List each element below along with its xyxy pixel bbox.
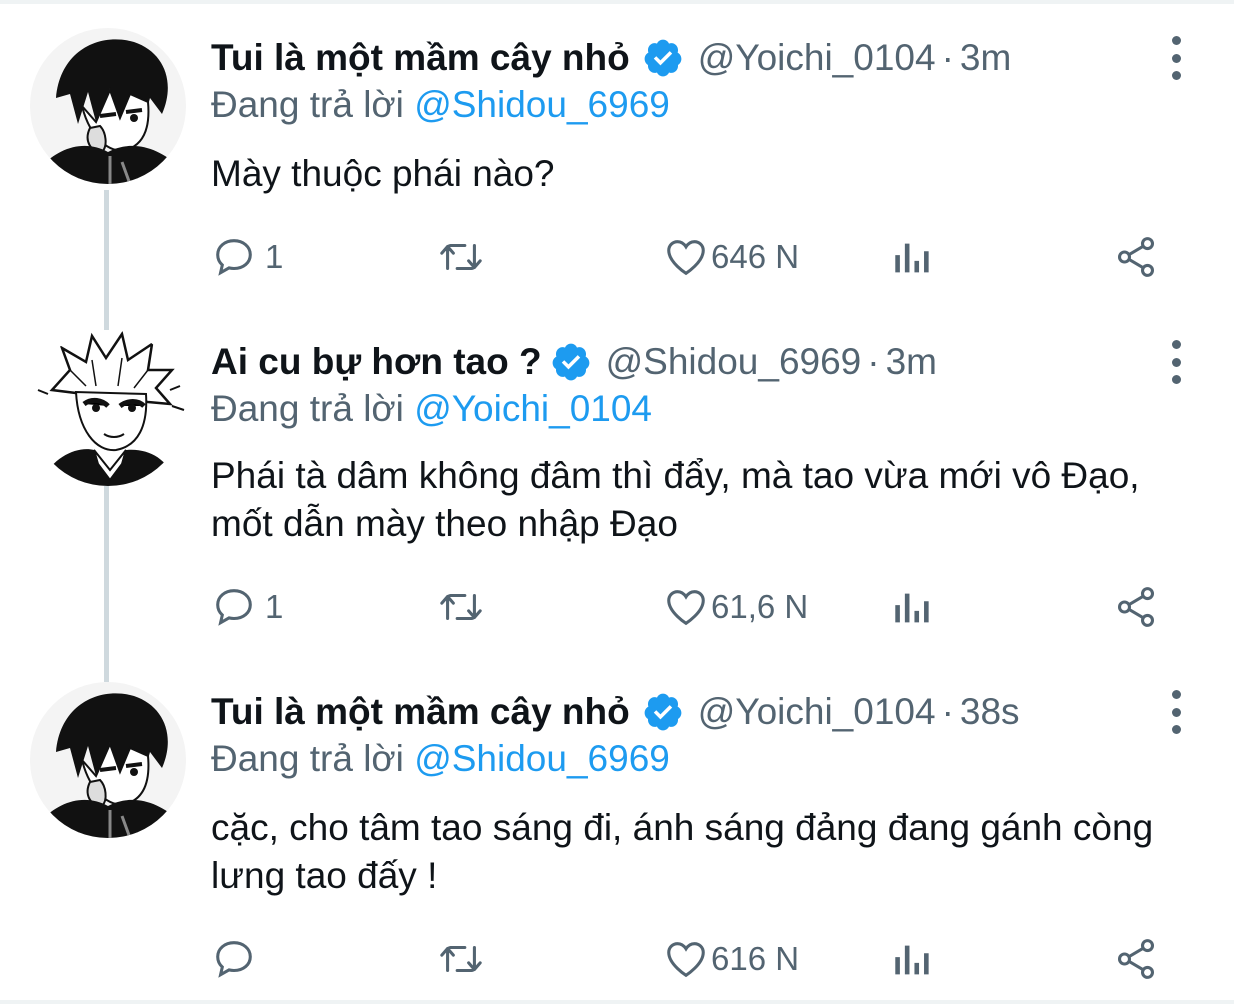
- more-options-icon[interactable]: [1164, 36, 1188, 80]
- tweet-text: cặc, cho tâm tao sáng đi, ánh sáng đảng …: [211, 807, 1154, 896]
- verified-badge-icon: [642, 37, 684, 79]
- manga-dark-haired-boy-avatar-icon: [30, 28, 186, 184]
- reply-button[interactable]: 1: [211, 232, 283, 282]
- timestamp[interactable]: 3m: [960, 37, 1011, 79]
- replying-to-mention[interactable]: @Yoichi_0104: [414, 388, 652, 429]
- reply-icon: [216, 589, 252, 626]
- handle[interactable]: @Shidou_6969: [606, 341, 862, 383]
- share-icon: [1117, 587, 1155, 627]
- more-options-icon[interactable]: [1164, 340, 1188, 384]
- tweet-text: Phái tà dâm không đâm thì đẩy, mà tao vừ…: [211, 455, 1140, 544]
- retweet-icon: [440, 945, 482, 973]
- timestamp[interactable]: 38s: [960, 691, 1020, 733]
- replying-to-label: Đang trả lời: [211, 738, 415, 779]
- share-button[interactable]: [1113, 582, 1159, 632]
- replying-to-mention[interactable]: @Shidou_6969: [414, 738, 670, 779]
- replying-to-label: Đang trả lời: [211, 84, 415, 125]
- handle[interactable]: @Yoichi_0104: [698, 37, 936, 79]
- tweet[interactable]: Tui là một mầm cây nhỏ @Yoichi_0104 · 3m…: [0, 4, 1234, 324]
- replying-to: Đang trả lời @Yoichi_0104: [211, 388, 652, 430]
- reply-button[interactable]: [211, 934, 265, 984]
- display-name[interactable]: Tui là một mầm cây nhỏ: [211, 37, 630, 79]
- reply-icon: [216, 239, 252, 276]
- reply-button[interactable]: 1: [211, 582, 283, 632]
- share-button[interactable]: [1113, 232, 1159, 282]
- like-count: 646 N: [711, 238, 800, 275]
- tweet-text: Mày thuộc phái nào?: [211, 153, 555, 194]
- replying-to: Đang trả lời @Shidou_6969: [211, 738, 670, 780]
- manga-dark-haired-boy-avatar-icon: [30, 682, 186, 838]
- reply-count: 1: [265, 238, 284, 275]
- retweet-button[interactable]: [435, 582, 487, 632]
- more-options-icon[interactable]: [1164, 690, 1188, 734]
- heart-icon: [667, 942, 705, 978]
- share-icon: [1117, 237, 1155, 277]
- retweet-icon: [440, 243, 482, 271]
- analytics-button[interactable]: [891, 232, 931, 282]
- tweet[interactable]: Tui là một mầm cây nhỏ @Yoichi_0104 · 38…: [0, 664, 1234, 1004]
- reply-thread: Tui là một mầm cây nhỏ @Yoichi_0104 · 3m…: [0, 0, 1234, 1004]
- reply-count: 1: [265, 588, 284, 625]
- share-button[interactable]: [1113, 934, 1159, 984]
- heart-icon: [667, 240, 705, 276]
- replying-to-mention[interactable]: @Shidou_6969: [414, 84, 670, 125]
- like-button[interactable]: 646 N: [663, 232, 799, 282]
- display-name[interactable]: Ai cu bự hơn tao ?: [211, 341, 542, 383]
- manga-spiky-haired-boy-avatar-icon: [30, 330, 186, 486]
- retweet-button[interactable]: [435, 232, 487, 282]
- avatar[interactable]: [30, 682, 186, 838]
- timestamp[interactable]: 3m: [886, 341, 937, 383]
- analytics-icon: [895, 945, 929, 975]
- separator-dot: ·: [941, 37, 954, 78]
- tweet-header: Ai cu bự hơn tao ? @Shidou_6969 · 3m: [211, 336, 937, 388]
- verified-badge-icon: [642, 691, 684, 733]
- replying-to: Đang trả lời @Shidou_6969: [211, 84, 670, 126]
- separator-dot: ·: [867, 341, 880, 382]
- verified-badge-icon: [550, 341, 592, 383]
- avatar[interactable]: [30, 330, 186, 486]
- replying-to-label: Đang trả lời: [211, 388, 415, 429]
- like-count: 616 N: [711, 940, 800, 977]
- like-count: 61,6 N: [711, 588, 809, 625]
- reply-icon: [216, 941, 252, 978]
- share-icon: [1117, 939, 1155, 979]
- retweet-icon: [440, 593, 482, 621]
- analytics-icon: [895, 593, 929, 623]
- like-button[interactable]: 616 N: [663, 934, 799, 984]
- heart-icon: [667, 590, 705, 626]
- display-name[interactable]: Tui là một mầm cây nhỏ: [211, 691, 630, 733]
- tweet[interactable]: Ai cu bự hơn tao ? @Shidou_6969 · 3m Đan…: [0, 324, 1234, 664]
- separator-dot: ·: [941, 691, 954, 732]
- tweet-actions: 1 646 N: [211, 232, 1191, 282]
- tweet-header: Tui là một mầm cây nhỏ @Yoichi_0104 · 38…: [211, 686, 1020, 738]
- tweet-actions: 1 61,6 N: [211, 582, 1191, 632]
- avatar[interactable]: [30, 28, 186, 184]
- like-button[interactable]: 61,6 N: [663, 582, 808, 632]
- handle[interactable]: @Yoichi_0104: [698, 691, 936, 733]
- analytics-button[interactable]: [891, 582, 931, 632]
- analytics-button[interactable]: [891, 934, 931, 984]
- tweet-header: Tui là một mầm cây nhỏ @Yoichi_0104 · 3m: [211, 32, 1011, 84]
- analytics-icon: [895, 243, 929, 273]
- retweet-button[interactable]: [435, 934, 487, 984]
- tweet-actions: 616 N: [211, 934, 1191, 984]
